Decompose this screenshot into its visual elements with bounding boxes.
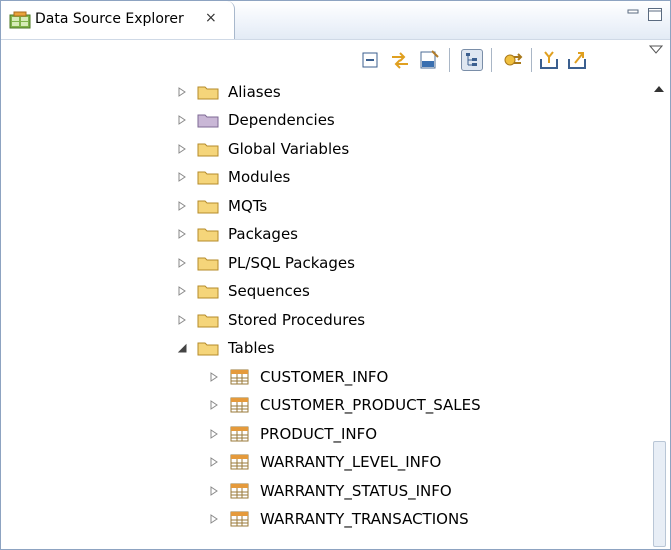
table-icon: [230, 511, 249, 527]
expand-icon[interactable]: [177, 87, 187, 97]
tree-item-label: CUSTOMER_PRODUCT_SALES: [260, 396, 481, 414]
folder-icon: [197, 285, 219, 299]
table-icon: [230, 454, 249, 470]
scroll-up-icon[interactable]: [654, 86, 664, 92]
maximize-icon[interactable]: [647, 7, 663, 21]
explorer-tree: Aliases Dependencies Global Variables Mo…: [1, 78, 649, 549]
view-toolbar: [1, 39, 670, 78]
tree-item-label: Stored Procedures: [228, 311, 366, 329]
tree-item-label: WARRANTY_LEVEL_INFO: [260, 453, 442, 471]
expand-icon[interactable]: [209, 429, 219, 439]
expand-icon[interactable]: [177, 315, 187, 325]
tree-item-label: Global Variables: [228, 140, 350, 158]
scrollbar-thumb[interactable]: [653, 441, 666, 547]
expand-icon[interactable]: [177, 144, 187, 154]
table-icon: [230, 483, 249, 499]
close-icon[interactable]: ×: [205, 10, 217, 26]
tree-item-label: PRODUCT_INFO: [260, 425, 378, 443]
data-source-explorer-view: Data Source Explorer × Aliases Dependenc…: [0, 0, 671, 550]
link-with-editor-icon[interactable]: [389, 49, 411, 71]
table-icon: [230, 369, 249, 385]
tree-item-label: Modules: [228, 168, 291, 186]
tree-item-label: Dependencies: [228, 111, 335, 129]
collapse-all-icon[interactable]: [359, 49, 381, 71]
tree-item-label: Tables: [228, 339, 275, 357]
expand-icon[interactable]: [209, 514, 219, 524]
expand-icon[interactable]: [177, 201, 187, 211]
table-icon: [230, 397, 249, 413]
tree-item-label: PL/SQL Packages: [228, 254, 355, 272]
tree-item-label: WARRANTY_TRANSACTIONS: [260, 510, 469, 528]
expand-icon[interactable]: [209, 372, 219, 382]
import-icon[interactable]: [538, 49, 560, 71]
data-source-explorer-icon: [9, 11, 31, 29]
folder-icon: [197, 228, 219, 242]
minimize-icon[interactable]: [627, 7, 639, 21]
tree-item-label: Sequences: [228, 282, 310, 300]
export-icon[interactable]: [566, 49, 588, 71]
folder-icon: [197, 257, 219, 271]
view-menu-icon[interactable]: [649, 45, 663, 55]
folder-icon: [197, 171, 219, 185]
show-tree-toggle[interactable]: [461, 49, 483, 71]
expand-icon[interactable]: [177, 258, 187, 268]
expand-icon[interactable]: [177, 115, 187, 125]
tab-title: Data Source Explorer: [35, 11, 184, 27]
vertical-scrollbar[interactable]: [649, 78, 670, 549]
expand-icon[interactable]: [177, 229, 187, 239]
folder-icon: [197, 143, 219, 157]
show-tree-icon: [466, 53, 477, 66]
tree-item-label: WARRANTY_STATUS_INFO: [260, 482, 452, 500]
open-sql-script-icon[interactable]: [418, 49, 440, 71]
folder-icon: [197, 86, 219, 100]
expand-icon[interactable]: [209, 457, 219, 467]
toolbar-separator: [449, 48, 450, 72]
folder-icon: [197, 342, 219, 356]
expand-icon[interactable]: [177, 172, 187, 182]
folder-icon: [197, 314, 219, 328]
tree-item-label: CUSTOMER_INFO: [260, 368, 389, 386]
dependencies-folder-icon: [197, 114, 219, 128]
refresh-connection-icon[interactable]: [501, 49, 523, 71]
folder-icon: [197, 200, 219, 214]
toolbar-separator: [491, 48, 492, 72]
expand-icon[interactable]: [209, 400, 219, 410]
tree-item-label: Packages: [228, 225, 298, 243]
tree-item-label: Aliases: [228, 83, 281, 101]
tab-data-source-explorer[interactable]: Data Source Explorer ×: [1, 1, 235, 39]
expand-icon[interactable]: [177, 286, 187, 296]
expand-icon[interactable]: [209, 486, 219, 496]
view-tab-bar: Data Source Explorer ×: [1, 1, 670, 39]
tree-item-label: MQTs: [228, 197, 268, 215]
toolbar-separator: [531, 48, 532, 72]
collapse-icon[interactable]: [177, 343, 187, 353]
table-icon: [230, 426, 249, 442]
